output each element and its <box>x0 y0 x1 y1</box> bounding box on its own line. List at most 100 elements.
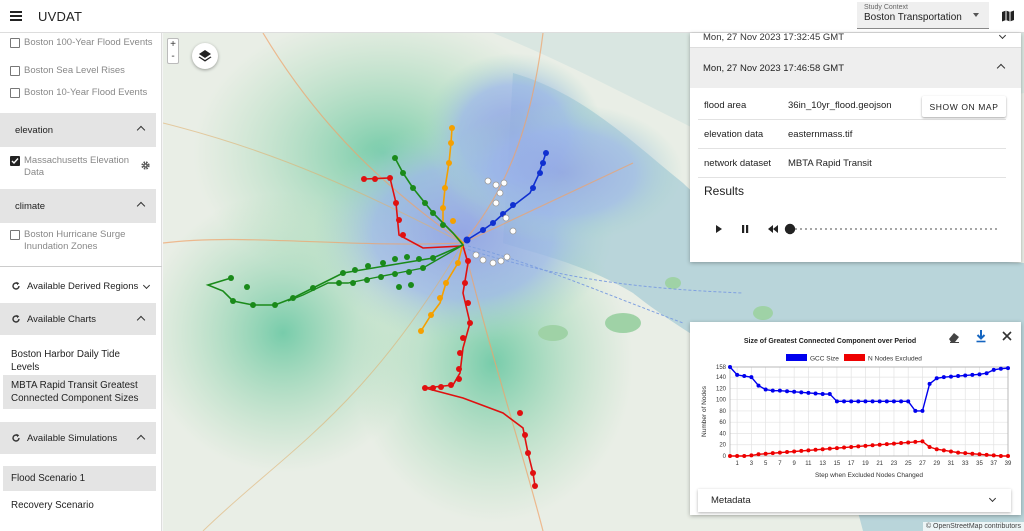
sim-input-value: easternmass.tif <box>788 128 853 140</box>
data-point <box>785 389 790 394</box>
results-heading: Results <box>704 184 745 198</box>
checkbox[interactable] <box>10 66 20 76</box>
play-icon[interactable] <box>716 225 722 233</box>
data-point <box>956 450 961 455</box>
data-point <box>877 399 882 404</box>
data-point <box>849 444 854 449</box>
group-header-elevation[interactable]: elevation <box>0 113 156 147</box>
x-tick-label: 17 <box>848 461 855 467</box>
y-tick-label: 80 <box>719 409 726 415</box>
layer-toggle-boston-10yr-flood[interactable]: Boston 10-Year Flood Events <box>10 87 160 99</box>
data-point <box>856 444 861 449</box>
data-point <box>849 399 854 404</box>
simulation-run-current[interactable]: Mon, 27 Nov 2023 17:46:58 GMT <box>690 48 1021 88</box>
data-point <box>777 388 782 393</box>
data-point <box>834 446 839 451</box>
study-context-select[interactable]: Study Context Boston Transportation <box>857 2 989 29</box>
x-tick-label: 39 <box>1005 461 1012 467</box>
metadata-expander[interactable]: Metadata <box>698 489 1011 512</box>
legend-label: N Nodes Excluded <box>868 356 922 363</box>
eraser-icon[interactable] <box>947 330 961 344</box>
chart-item-gcc-sizes[interactable]: MBTA Rapid Transit Greatest Connected Co… <box>3 375 156 409</box>
checkbox-checked[interactable] <box>10 156 20 166</box>
data-point <box>984 371 989 376</box>
data-point <box>842 399 847 404</box>
layer-label: Boston Hurricane Surge Inundation Zones <box>24 229 126 252</box>
download-icon[interactable] <box>974 329 988 343</box>
data-point <box>870 399 875 404</box>
data-point <box>756 383 761 388</box>
show-on-map-button[interactable]: SHOW ON MAP <box>922 96 1006 117</box>
data-point <box>742 454 747 458</box>
x-tick-label: 5 <box>764 461 768 467</box>
x-tick-label: 1 <box>735 461 739 467</box>
data-point <box>899 399 904 404</box>
gear-icon[interactable] <box>140 160 151 171</box>
zoom-out-button[interactable]: - <box>168 51 178 63</box>
simulation-item-recovery-scenario[interactable]: Recovery Scenario <box>3 497 156 516</box>
simulation-item-flood-scenario[interactable]: Flood Scenario 1 <box>3 466 156 491</box>
layer-toggle-mass-elevation[interactable]: Massachusetts Elevation Data <box>10 155 140 179</box>
data-point <box>998 366 1003 371</box>
menu-icon[interactable] <box>10 11 22 21</box>
checkbox[interactable] <box>10 38 20 48</box>
data-point <box>827 392 832 397</box>
data-point <box>984 452 989 457</box>
data-point <box>792 389 797 394</box>
checkbox[interactable] <box>10 88 20 98</box>
zoom-in-button[interactable]: + <box>168 39 178 51</box>
section-header-simulations[interactable]: Available Simulations <box>0 422 156 454</box>
simulation-run-previous[interactable]: Mon, 27 Nov 2023 17:32:45 GMT <box>690 31 1021 48</box>
group-header-climate[interactable]: climate <box>0 189 156 223</box>
layer-label: Boston Sea Level Rises <box>24 65 125 76</box>
map-icon[interactable] <box>1001 9 1015 23</box>
data-point <box>991 453 996 458</box>
layers-button[interactable] <box>192 43 218 69</box>
chevron-up-icon <box>136 125 146 135</box>
section-header-derived-regions[interactable]: Available Derived Regions <box>0 270 162 302</box>
x-tick-label: 27 <box>919 461 926 467</box>
data-point <box>977 372 982 377</box>
refresh-icon[interactable] <box>11 281 21 291</box>
layer-label: Boston 100-Year Flood Events <box>24 37 153 48</box>
data-point <box>920 439 925 444</box>
x-tick-label: 23 <box>891 461 898 467</box>
section-title: Available Derived Regions <box>27 280 139 292</box>
layers-icon <box>198 50 212 62</box>
section-header-charts[interactable]: Available Charts <box>0 303 156 335</box>
data-point <box>763 387 768 392</box>
chart-item-tide-levels[interactable]: Boston Harbor Daily Tide Levels <box>3 344 156 378</box>
data-point <box>906 440 911 445</box>
data-point <box>970 372 975 377</box>
chevron-down-icon <box>998 31 1007 40</box>
data-point <box>934 447 939 452</box>
data-point <box>870 443 875 448</box>
chevron-up-icon <box>996 63 1006 73</box>
y-tick-label: 40 <box>719 431 726 437</box>
checkbox[interactable] <box>10 230 20 240</box>
pause-icon[interactable] <box>742 225 749 233</box>
data-point <box>842 445 847 450</box>
refresh-icon[interactable] <box>11 314 21 324</box>
sim-input-network-dataset: network dataset MBTA Rapid Transit <box>698 149 1006 178</box>
refresh-icon[interactable] <box>11 433 21 443</box>
x-tick-label: 15 <box>834 461 841 467</box>
rewind-icon[interactable] <box>768 225 778 233</box>
group-title: climate <box>15 200 46 212</box>
data-point <box>970 451 975 456</box>
sim-input-elevation-data: elevation data easternmass.tif <box>698 120 1006 149</box>
timeline-slider-handle[interactable] <box>784 223 796 235</box>
layer-toggle-hurricane-surge[interactable]: Boston Hurricane Surge Inundation Zones <box>10 229 160 253</box>
layer-toggle-boston-100yr-flood[interactable]: Boston 100-Year Flood Events <box>10 37 160 49</box>
map-attribution[interactable]: © OpenStreetMap contributors <box>922 522 1024 531</box>
x-tick-label: 9 <box>792 461 796 467</box>
app-title: UVDAT <box>38 8 83 24</box>
group-title: elevation <box>15 124 54 136</box>
data-point <box>963 373 968 378</box>
x-tick-label: 37 <box>990 461 997 467</box>
chart-title: Size of Greatest Connected Component ove… <box>744 338 916 345</box>
data-point <box>927 444 932 449</box>
close-icon[interactable] <box>1001 330 1013 342</box>
metadata-label: Metadata <box>711 495 751 506</box>
layer-toggle-boston-sea-level[interactable]: Boston Sea Level Rises <box>10 65 160 77</box>
